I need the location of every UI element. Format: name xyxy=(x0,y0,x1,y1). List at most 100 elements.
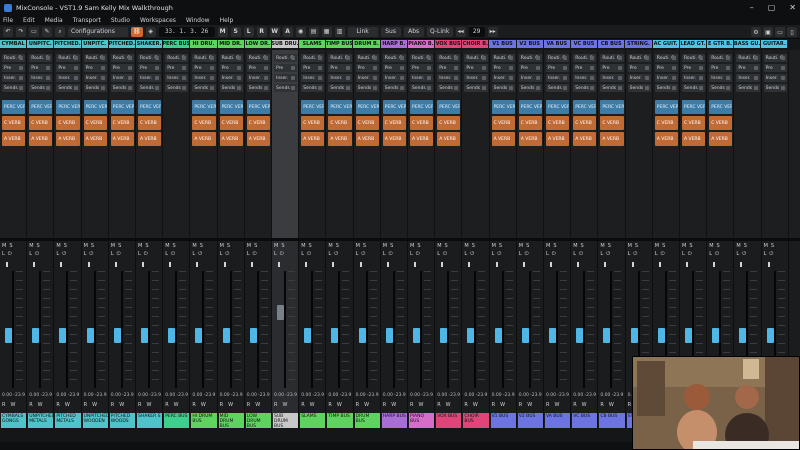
write-button[interactable]: W xyxy=(228,402,233,408)
read-button[interactable]: R xyxy=(56,402,59,408)
minimize-icon[interactable]: – xyxy=(750,3,754,12)
channel-bottom-label[interactable]: VOX BUS xyxy=(436,413,462,428)
power-icon[interactable]: ⏻ xyxy=(633,251,637,257)
power-icon[interactable]: ⏻ xyxy=(769,251,773,257)
routing-slot[interactable]: Pre xyxy=(29,64,53,72)
fader-handle[interactable] xyxy=(168,328,176,343)
routing-slot[interactable]: Routi. C xyxy=(165,54,189,62)
fader-handle[interactable] xyxy=(603,328,611,343)
routing-slot[interactable]: Inser. xyxy=(56,74,80,82)
routing-slot[interactable]: Routi. C xyxy=(682,54,706,62)
solo-button[interactable]: S xyxy=(281,243,284,249)
link-select[interactable]: Link xyxy=(347,26,378,37)
write-button[interactable]: W xyxy=(65,402,70,408)
write-button[interactable]: W xyxy=(446,402,451,408)
listen-button[interactable]: L xyxy=(220,251,223,257)
routing-slot[interactable]: Sends xyxy=(709,84,733,92)
mute-button[interactable]: M xyxy=(464,243,468,249)
fader-track[interactable] xyxy=(284,271,286,388)
menu-item-file[interactable]: File xyxy=(3,17,13,24)
read-button[interactable]: R xyxy=(573,402,576,408)
fader-track[interactable] xyxy=(93,271,96,388)
mute-button[interactable]: M xyxy=(546,243,550,249)
power-icon[interactable]: ⏻ xyxy=(280,251,284,257)
send-slot[interactable]: PERC VERB xyxy=(2,100,26,114)
volume-value[interactable]: 0.00 xyxy=(301,393,311,398)
routing-slot[interactable]: Pre xyxy=(410,64,434,72)
mute-button[interactable]: M xyxy=(682,243,686,249)
send-slot[interactable]: C VERB xyxy=(138,116,162,130)
routing-slot[interactable]: Inser. xyxy=(274,74,298,82)
fader-track[interactable] xyxy=(229,271,232,388)
mute-button[interactable]: M xyxy=(247,243,251,249)
routing-slot[interactable]: Sends xyxy=(627,84,651,92)
routing-slot[interactable]: Pre xyxy=(2,64,26,72)
power-icon[interactable]: ⏻ xyxy=(62,251,66,257)
power-icon[interactable]: ⏻ xyxy=(715,251,719,257)
send-slot[interactable]: C VERB xyxy=(546,116,570,130)
mute-button[interactable]: M xyxy=(274,243,278,249)
routing-slot[interactable]: Pre xyxy=(464,64,488,72)
channel-name-8[interactable]: MID DR. xyxy=(217,40,245,48)
send-slot[interactable]: C VERB xyxy=(382,116,406,130)
send-slot[interactable]: A VERB xyxy=(110,132,134,146)
routing-slot[interactable]: Pre xyxy=(110,64,134,72)
routing-slot[interactable]: Pre xyxy=(192,64,216,72)
send-slot[interactable]: PERC VERB xyxy=(110,100,134,114)
routing-slot[interactable]: Inser. xyxy=(709,74,733,82)
send-slot[interactable]: C VERB xyxy=(518,116,542,130)
send-slot[interactable]: C VERB xyxy=(246,116,270,130)
channel-bottom-label[interactable]: UNPITCHED WOODEN xyxy=(82,413,108,428)
mute-button[interactable]: M xyxy=(56,243,60,249)
mute-button[interactable]: M xyxy=(383,243,387,249)
listen-button[interactable]: L xyxy=(328,251,331,257)
send-slot[interactable]: PERC VERB xyxy=(518,100,542,114)
routing-slot[interactable]: Sends xyxy=(573,84,597,92)
power-icon[interactable]: ⏻ xyxy=(742,251,746,257)
write-button[interactable]: W xyxy=(364,402,369,408)
search-icon[interactable]: ⌕ xyxy=(55,26,65,37)
solo-button[interactable]: S xyxy=(472,243,475,249)
grid-icon[interactable]: ▦ xyxy=(321,26,332,37)
read-button[interactable]: R xyxy=(111,402,114,408)
pan-indicator[interactable] xyxy=(33,262,36,267)
routing-slot[interactable]: Pre xyxy=(219,64,243,72)
routing-slot[interactable]: Sends xyxy=(682,84,706,92)
listen-button[interactable]: L xyxy=(56,251,59,257)
write-button[interactable]: W xyxy=(527,402,532,408)
mute-button[interactable]: M xyxy=(192,243,196,249)
routing-slot[interactable]: Sends xyxy=(437,84,461,92)
fader-track[interactable] xyxy=(148,271,150,388)
pan-indicator[interactable] xyxy=(550,262,552,267)
channel-name-6[interactable]: PERC BUS xyxy=(163,40,191,48)
channel-bottom-label[interactable]: MID DRUM BUS xyxy=(218,413,244,428)
read-letter-button[interactable]: R xyxy=(256,26,267,37)
power-icon[interactable]: ⏻ xyxy=(361,251,365,257)
solo-button[interactable]: S xyxy=(417,243,420,249)
abs-button[interactable]: Abs xyxy=(403,26,424,37)
channel-name-26[interactable]: E GTR B. xyxy=(706,40,735,48)
routing-slot[interactable]: Inser. xyxy=(546,74,570,82)
channel-name-21[interactable]: VC BUS xyxy=(570,40,599,48)
pan-indicator[interactable] xyxy=(142,262,144,267)
pan-indicator[interactable] xyxy=(631,262,634,267)
power-icon[interactable]: ⏻ xyxy=(35,251,39,257)
fader-track[interactable] xyxy=(392,271,395,388)
volume-value[interactable]: 0.00 xyxy=(600,393,610,398)
listen-button[interactable]: L xyxy=(709,251,712,257)
fader-handle[interactable] xyxy=(739,328,747,343)
read-button[interactable]: R xyxy=(165,402,168,408)
routing-slot[interactable]: Inser. xyxy=(763,74,787,82)
routing-slot[interactable]: Routi. C xyxy=(709,54,733,62)
channel-bottom-label[interactable]: PERC BUS xyxy=(164,413,190,428)
routing-slot[interactable]: Sends xyxy=(83,84,107,92)
volume-value[interactable]: 0.00 xyxy=(464,393,474,398)
power-icon[interactable]: ⏻ xyxy=(497,251,501,257)
fader-track[interactable] xyxy=(556,271,558,388)
listen-button[interactable]: L xyxy=(655,251,658,257)
mute-button[interactable]: M xyxy=(29,243,33,249)
channel-name-7[interactable]: HI DRU. xyxy=(190,40,218,48)
routing-slot[interactable]: Routi. C xyxy=(736,54,760,62)
fader-handle[interactable] xyxy=(86,328,94,343)
send-slot[interactable]: A VERB xyxy=(573,132,597,146)
